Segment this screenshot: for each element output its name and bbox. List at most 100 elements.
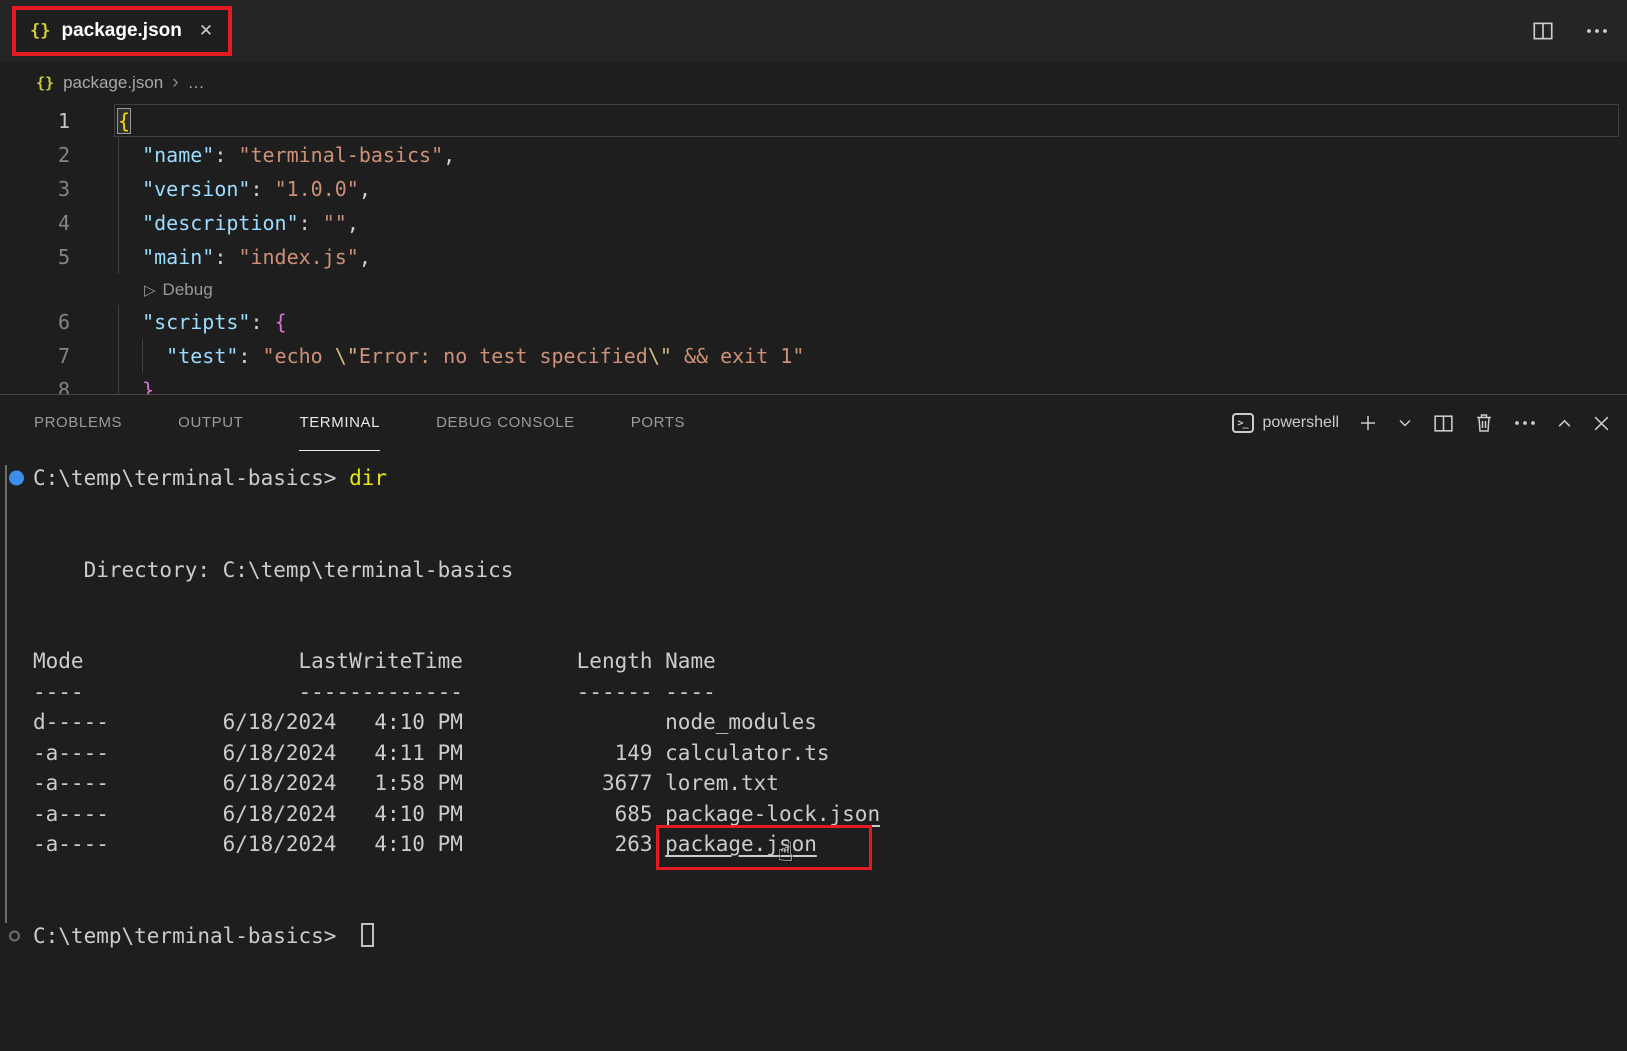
code-line: "test": "echo \"Error: no test specified… [118, 339, 804, 373]
kill-terminal-trash-icon[interactable] [1474, 412, 1494, 434]
editor-line: 4 "description": "", [0, 206, 1627, 240]
panel-tab-output[interactable]: OUTPUT [178, 395, 243, 451]
dir-row-meta: -a---- 6/18/2024 4:10 PM 263 [33, 832, 665, 856]
line-number: 4 [0, 206, 70, 240]
code-token [118, 310, 142, 334]
code-token: "main" [142, 245, 214, 269]
dir-row-meta: d----- 6/18/2024 4:10 PM [33, 710, 665, 734]
code-token [118, 211, 142, 235]
terminal-line: Directory: C:\temp\terminal-basics [33, 555, 1627, 586]
close-tab-icon[interactable]: ✕ [199, 21, 213, 41]
editor[interactable]: 1{2 "name": "terminal-basics",3 "version… [0, 104, 1627, 394]
indent-guide [142, 339, 143, 373]
code-token: } [142, 378, 154, 394]
terminal-profile[interactable]: >_ powershell [1232, 413, 1339, 433]
terminal-line [33, 890, 1627, 921]
code-token [118, 245, 142, 269]
code-token [118, 378, 142, 394]
indent-guide [118, 138, 119, 172]
panel-header: PROBLEMS OUTPUT TERMINAL DEBUG CONSOLE PORTS… [0, 395, 1627, 451]
code-token: "" [323, 211, 347, 235]
indent-guide [118, 373, 119, 394]
more-actions-icon[interactable] [1585, 28, 1609, 34]
close-panel-icon[interactable] [1592, 414, 1611, 433]
indent-guide [118, 240, 119, 274]
prompt-path: C:\temp\terminal-basics> [33, 924, 349, 948]
chevron-down-icon[interactable] [1397, 415, 1413, 431]
tab-bar: {} package.json ✕ [0, 0, 1627, 62]
breadcrumb-symbol-more[interactable]: … [188, 73, 205, 93]
more-actions-icon[interactable] [1513, 420, 1537, 426]
terminal[interactable]: C:\temp\terminal-basics> dir Directory: … [33, 451, 1627, 1051]
json-braces-icon: {} [36, 74, 54, 92]
current-line-highlight [114, 104, 1619, 137]
maximize-panel-chevron-up-icon[interactable] [1556, 415, 1573, 432]
editor-line: 7 "test": "echo \"Error: no test specifi… [0, 339, 1627, 373]
split-editor-icon[interactable] [1531, 19, 1555, 43]
line-number: 5 [0, 240, 70, 274]
terminal-line [33, 585, 1627, 616]
breadcrumb: {} package.json › … [0, 62, 1627, 104]
code-token [118, 177, 142, 201]
json-braces-icon: {} [30, 21, 50, 41]
editor-line: 3 "version": "1.0.0", [0, 172, 1627, 206]
terminal-toolbar: >_ powershell [1232, 412, 1611, 435]
code-token: "1.0.0" [275, 177, 359, 201]
code-token: "echo [263, 344, 335, 368]
code-token: { [118, 109, 130, 133]
indent-guide [118, 339, 119, 373]
panel-tab-debug-console[interactable]: DEBUG CONSOLE [436, 395, 575, 451]
terminal-powershell-icon: >_ [1232, 413, 1254, 433]
code-token: , [154, 378, 166, 394]
code-token: \" [335, 344, 359, 368]
indent-guide [118, 172, 119, 206]
terminal-profile-label: powershell [1263, 414, 1339, 432]
terminal-line: d----- 6/18/2024 4:10 PM node_modules [33, 707, 1627, 738]
panel-tab-problems[interactable]: PROBLEMS [34, 395, 122, 451]
code-token: : [299, 211, 323, 235]
code-token: : [214, 143, 238, 167]
command-pending-decoration[interactable] [9, 930, 20, 941]
file-link-calculator.ts: calculator.ts [665, 738, 829, 769]
terminal-line [33, 494, 1627, 525]
file-link-node_modules: node_modules [665, 707, 817, 738]
code-token: , [443, 143, 455, 167]
prompt-path: C:\temp\terminal-basics> [33, 466, 349, 490]
new-terminal-icon[interactable] [1358, 413, 1378, 433]
file-link-package.json[interactable]: package.json☝ [665, 829, 817, 860]
code-token: "name" [142, 143, 214, 167]
code-token: "version" [142, 177, 250, 201]
terminal-line: -a---- 6/18/2024 4:10 PM 685 package-loc… [33, 799, 1627, 830]
line-number: 6 [0, 305, 70, 339]
file-link-package-lock.json[interactable]: package-lock.json [665, 799, 880, 830]
line-number: 3 [0, 172, 70, 206]
chevron-right-icon: › [172, 72, 178, 94]
code-token: , [359, 177, 371, 201]
dir-row-meta: -a---- 6/18/2024 4:11 PM 149 [33, 741, 665, 765]
code-token: "scripts" [142, 310, 250, 334]
tab-package-json[interactable]: {} package.json ✕ [16, 10, 228, 52]
editor-actions [1531, 0, 1609, 62]
split-terminal-icon[interactable] [1432, 412, 1455, 435]
play-outline-icon: ▷ [144, 282, 156, 299]
indent-guide [118, 305, 119, 339]
code-token: { [275, 310, 287, 334]
command-success-decoration[interactable] [9, 471, 24, 486]
file-link-lorem.txt: lorem.txt [665, 768, 779, 799]
terminal-line: -a---- 6/18/2024 4:11 PM 149 calculator.… [33, 738, 1627, 769]
terminal-line [33, 616, 1627, 647]
dir-row-meta: -a---- 6/18/2024 4:10 PM 685 [33, 802, 665, 826]
code-token: Error: no test specified [359, 344, 648, 368]
terminal-line [33, 524, 1627, 555]
editor-line: 5 "main": "index.js", [0, 240, 1627, 274]
dir-row-meta: -a---- 6/18/2024 1:58 PM 3677 [33, 771, 665, 795]
breadcrumb-file[interactable]: package.json [63, 73, 163, 93]
code-token: : [250, 310, 274, 334]
code-token: "test" [166, 344, 238, 368]
terminal-line: C:\temp\terminal-basics> [33, 921, 1627, 952]
panel-tab-terminal[interactable]: TERMINAL [299, 395, 380, 451]
typed-command: dir [349, 466, 387, 490]
panel-tab-ports[interactable]: PORTS [631, 395, 685, 451]
debug-codelens-link[interactable]: ▷Debug [144, 274, 213, 305]
code-token: : [250, 177, 274, 201]
